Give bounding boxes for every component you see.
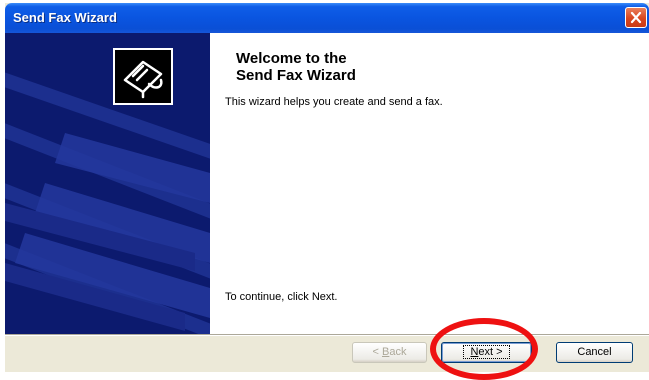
wizard-heading: Welcome to the Send Fax Wizard bbox=[236, 50, 356, 84]
continue-instruction: To continue, click Next. bbox=[225, 291, 338, 303]
cancel-button[interactable]: Cancel bbox=[556, 342, 633, 363]
wizard-side-banner bbox=[5, 33, 210, 334]
wizard-content: Welcome to the Send Fax Wizard This wiza… bbox=[5, 33, 649, 334]
send-fax-wizard-window: Send Fax Wizard Welcome to the Send Fax … bbox=[5, 3, 649, 372]
window-title: Send Fax Wizard bbox=[13, 10, 117, 25]
fax-machine-icon bbox=[113, 48, 173, 105]
button-separator bbox=[5, 334, 649, 336]
wizard-description: This wizard helps you create and send a … bbox=[225, 96, 443, 108]
back-button-prefix: < bbox=[372, 346, 382, 358]
title-bar[interactable]: Send Fax Wizard bbox=[5, 3, 649, 33]
close-button[interactable] bbox=[625, 7, 647, 28]
back-button-rest: ack bbox=[389, 346, 407, 358]
back-button[interactable]: < Back bbox=[352, 342, 427, 363]
next-button-rest: ext > bbox=[478, 346, 503, 358]
banner-graphic bbox=[5, 72, 210, 334]
next-button-focus: Next > bbox=[463, 345, 510, 359]
close-icon bbox=[630, 11, 642, 24]
next-button[interactable]: Next > bbox=[441, 342, 532, 363]
